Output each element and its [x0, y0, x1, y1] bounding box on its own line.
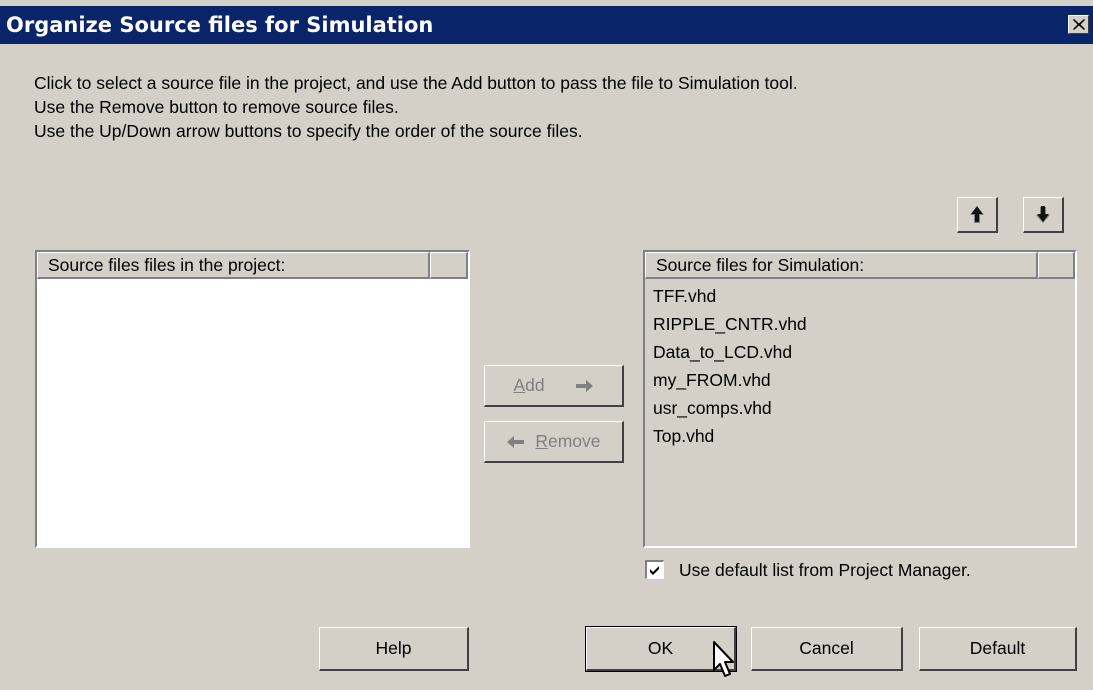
add-label: Add: [513, 375, 545, 395]
instruction-line-3: Use the Up/Down arrow buttons to specify…: [34, 121, 583, 141]
list-item[interactable]: Top.vhd: [653, 422, 807, 450]
project-files-list[interactable]: Source files files in the project:: [35, 250, 470, 548]
move-down-button[interactable]: [1023, 197, 1064, 233]
simulation-files-header[interactable]: Source files for Simulation:: [645, 252, 1038, 279]
list-item[interactable]: usr_comps.vhd: [653, 394, 807, 422]
add-button[interactable]: Add: [484, 365, 624, 407]
remove-button[interactable]: Remove: [484, 421, 624, 463]
instruction-line-1: Click to select a source file in the pro…: [34, 73, 798, 93]
window-title: Organize Source files for Simulation: [6, 13, 434, 37]
arrow-right-icon: [575, 380, 593, 392]
title-bar[interactable]: Organize Source files for Simulation: [0, 6, 1093, 44]
help-button[interactable]: Help: [319, 627, 469, 671]
use-default-list-checkbox[interactable]: [645, 560, 664, 579]
move-up-button[interactable]: [957, 197, 998, 233]
simulation-files-list[interactable]: Source files for Simulation: TFF.vhd RIP…: [643, 250, 1077, 548]
project-files-header-filler: [430, 252, 468, 279]
use-default-list-label[interactable]: Use default list from Project Manager.: [679, 560, 971, 581]
simulation-files-items: TFF.vhd RIPPLE_CNTR.vhd Data_to_LCD.vhd …: [653, 282, 807, 450]
list-item[interactable]: TFF.vhd: [653, 282, 807, 310]
list-item[interactable]: Data_to_LCD.vhd: [653, 338, 807, 366]
checkmark-icon: [650, 566, 659, 575]
cancel-button[interactable]: Cancel: [751, 627, 903, 671]
project-files-header[interactable]: Source files files in the project:: [37, 252, 430, 279]
close-icon: [1073, 19, 1085, 30]
close-button[interactable]: [1068, 15, 1089, 34]
simulation-files-header-filler: [1038, 252, 1075, 279]
list-item[interactable]: RIPPLE_CNTR.vhd: [653, 310, 807, 338]
arrow-up-icon: [970, 206, 984, 223]
arrow-left-icon: [507, 436, 525, 448]
mouse-cursor-icon: [713, 641, 734, 677]
list-item[interactable]: my_FROM.vhd: [653, 366, 807, 394]
arrow-down-icon: [1036, 206, 1050, 223]
default-button[interactable]: Default: [919, 627, 1077, 671]
remove-label: Remove: [535, 431, 601, 451]
instruction-line-2: Use the Remove button to remove source f…: [34, 97, 399, 117]
organize-source-files-dialog: Organize Source files for Simulation Cli…: [0, 0, 1093, 690]
